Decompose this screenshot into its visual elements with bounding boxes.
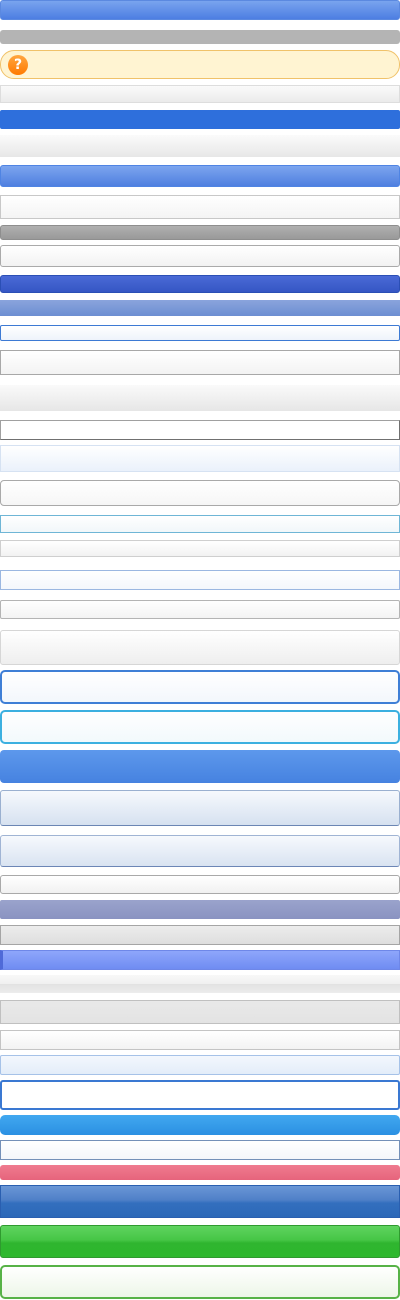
bar-green-1: [0, 1225, 400, 1258]
bar-blue-dark-gradient-1: [0, 1185, 400, 1218]
bar-blue-bright-2: [0, 1115, 400, 1135]
bar-yellow-help: ?: [0, 50, 400, 79]
bar-white-outline-5: [0, 540, 400, 557]
bar-gray-light-4: [0, 925, 400, 945]
question-icon: ?: [8, 55, 28, 75]
bar-white-blue-border-3: [0, 1080, 400, 1110]
bar-blue-gradient-2: [0, 165, 400, 187]
bar-blue-muted-1: [0, 300, 400, 316]
bar-light-gray-5: [0, 975, 400, 993]
bar-white-outline-3: [0, 350, 400, 375]
bar-white-rounded-1: [0, 480, 400, 506]
bar-light-blue-gradient-1: [0, 790, 400, 826]
bar-blue-dark-1: [0, 275, 400, 293]
bar-gray-light-6: [0, 1000, 400, 1024]
bar-blue-solid-1: [0, 110, 400, 129]
bar-light-blue-gradient-2: [0, 835, 400, 867]
bar-white-outline-1: [0, 195, 400, 219]
bar-white-blue-rounded-1: [0, 670, 400, 704]
bar-pink-1: [0, 1165, 400, 1180]
bar-slate-blue-1: [0, 900, 400, 919]
bar-white-outline-7: [0, 1030, 400, 1050]
bar-gray-solid-2: [0, 225, 400, 240]
bar-gray-solid-1: [0, 30, 400, 44]
bar-white-outline-6: [0, 600, 400, 619]
bar-light-gray-3: [0, 385, 400, 411]
bar-white-green-border-1: [0, 1265, 400, 1299]
bar-white-tall-1: [0, 630, 400, 665]
bar-white-cyan-rounded-1: [0, 710, 400, 744]
bar-very-light-blue-1: [0, 445, 400, 472]
bar-very-light-blue-2: [0, 1055, 400, 1075]
bar-white-teal-border-1: [0, 515, 400, 533]
bar-white-outline-2: [0, 245, 400, 267]
bar-white-rounded-2: [0, 875, 400, 894]
bar-light-gray-2: [0, 135, 400, 157]
bar-periwinkle-1: [0, 950, 400, 970]
bar-white-outline-8: [0, 1140, 400, 1160]
bar-blue-bright-1: [0, 750, 400, 783]
bar-white-blue-border-2: [0, 570, 400, 590]
bar-white-blue-border-1: [0, 325, 400, 341]
bar-light-gray-1: [0, 85, 400, 103]
bar-blue-gradient-1: [0, 0, 400, 20]
bar-white-outline-4: [0, 420, 400, 440]
